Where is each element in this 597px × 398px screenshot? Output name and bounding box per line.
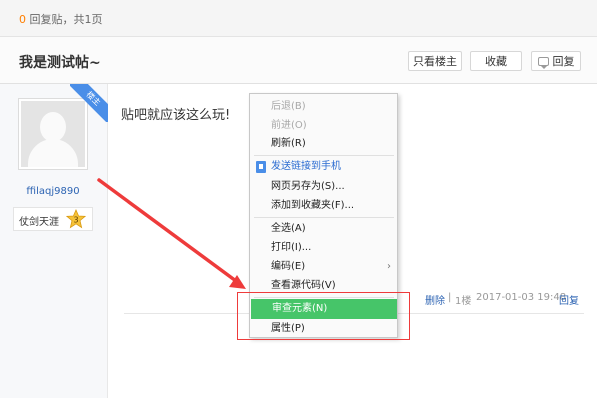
menu-item-save-as[interactable]: 网页另存为(S)... [250, 177, 397, 197]
menu-item-encoding-label: 编码(E) [271, 261, 306, 272]
annotation-highlight-box [237, 292, 410, 340]
menu-separator [254, 217, 394, 218]
menu-separator [254, 155, 394, 156]
menu-item-back[interactable]: 后退(B) [250, 97, 397, 117]
menu-item-forward[interactable]: 前进(O) [250, 116, 397, 136]
chevron-right-icon: › [387, 261, 391, 272]
menu-item-select-all[interactable]: 全选(A) [250, 219, 397, 239]
menu-item-encoding[interactable]: 编码(E) › [250, 257, 397, 277]
menu-item-refresh[interactable]: 刷新(R) [250, 134, 397, 154]
menu-item-add-favorites[interactable]: 添加到收藏夹(F)... [250, 196, 397, 216]
menu-item-print[interactable]: 打印(I)... [250, 238, 397, 258]
menu-item-send-to-phone[interactable]: 发送链接到手机 [250, 157, 397, 177]
phone-icon [256, 161, 266, 173]
menu-item-send-to-phone-label: 发送链接到手机 [271, 161, 341, 172]
